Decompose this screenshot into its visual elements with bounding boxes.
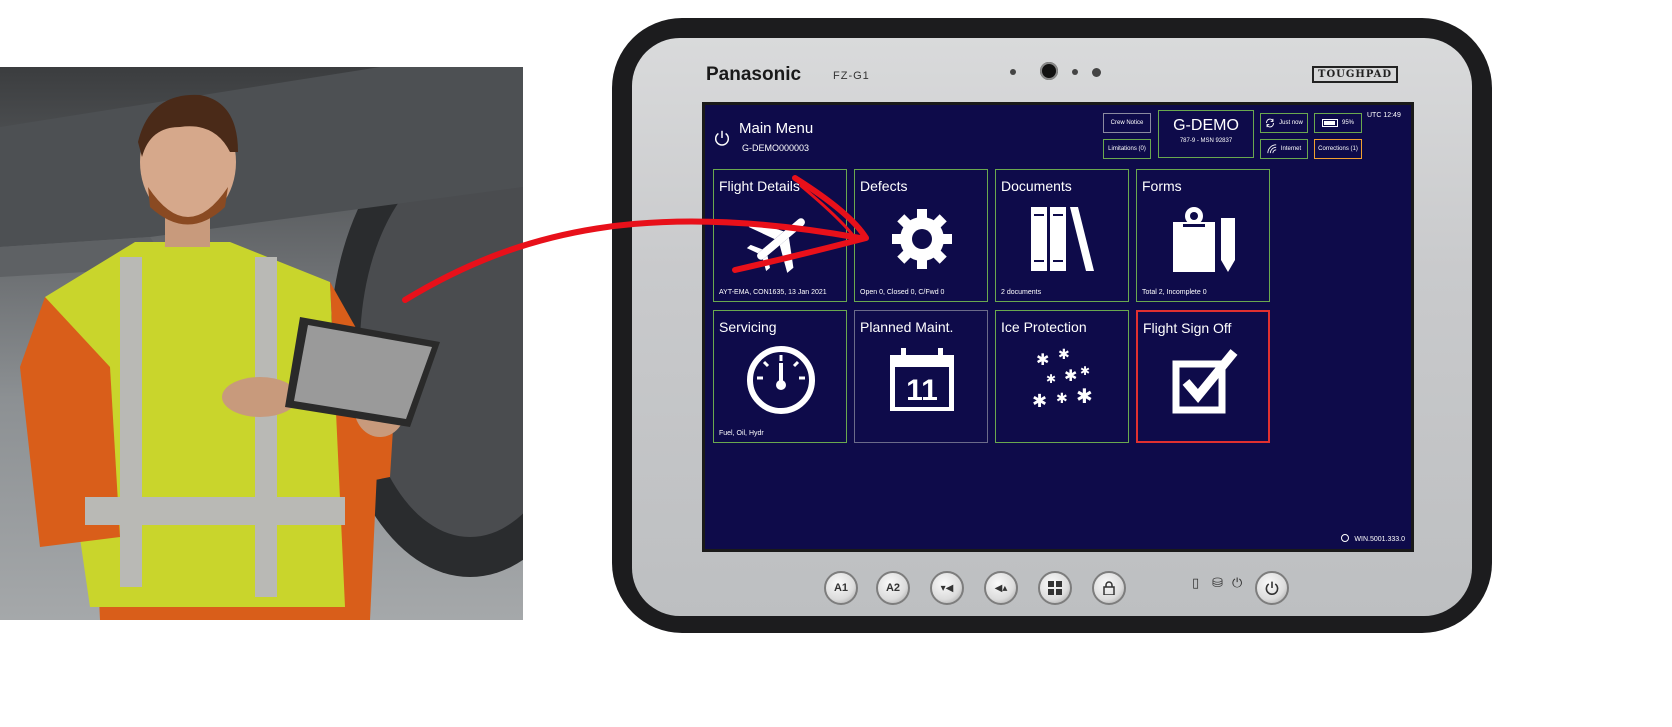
svg-text:✱: ✱ [1056, 391, 1068, 407]
books-icon [1031, 207, 1094, 271]
checkbox-icon [1172, 349, 1238, 414]
svg-text:✱: ✱ [1064, 366, 1077, 385]
power-icon[interactable] [713, 129, 731, 147]
sensor-dot [1010, 69, 1016, 75]
tile-title: Servicing [719, 319, 777, 335]
tile-flight-details[interactable]: Flight Details AYT-EMA, CON1635, 13 Jan … [713, 169, 847, 302]
version-label: WIN.5001.333.0 [1341, 534, 1405, 543]
sync-button[interactable]: Just now [1260, 113, 1308, 133]
corrections-button[interactable]: Corrections (1) [1314, 139, 1362, 159]
power-indicator-icon: ⏻ [1232, 575, 1243, 590]
toughpad-badge: TOUGHPAD [1312, 66, 1399, 83]
internet-label: Internet [1280, 146, 1302, 152]
power-icon [1265, 581, 1279, 595]
page-subtitle: G-DEMO000003 [742, 143, 810, 153]
a1-button[interactable]: A1 [824, 571, 858, 605]
gear-icon [892, 209, 952, 269]
battery-icon [1321, 119, 1338, 127]
tile-flight-sign-off[interactable]: Flight Sign Off [1136, 310, 1270, 443]
lock-icon [1103, 581, 1115, 595]
power-button[interactable] [1255, 571, 1289, 605]
windows-icon [1048, 581, 1062, 595]
clipboard-pencil-icon [1173, 207, 1235, 272]
tile-title: Flight Sign Off [1143, 320, 1232, 336]
tile-footer: AYT-EMA, CON1635, 13 Jan 2021 [719, 289, 827, 296]
svg-text:✱: ✱ [1036, 350, 1049, 369]
windows-button[interactable] [1038, 571, 1072, 605]
tile-title: Flight Details [719, 178, 800, 194]
battery-status: 95% [1314, 113, 1362, 133]
model-label: FZ-G1 [833, 70, 870, 82]
svg-text:✱: ✱ [1058, 347, 1070, 363]
sync-icon [1266, 118, 1274, 128]
storage-indicator-icon: ⛁ [1212, 575, 1223, 590]
tile-documents[interactable]: Documents 2 documents [995, 169, 1129, 302]
app-screen: Main Menu G-DEMO000003 Crew Notice Limit… [702, 102, 1414, 552]
tile-footer: Fuel, Oil, Hydr [719, 430, 764, 437]
clock-icon [1341, 534, 1350, 542]
version-text: WIN.5001.333.0 [1354, 536, 1405, 543]
tile-title: Forms [1142, 178, 1182, 194]
calendar-icon: 11 [890, 348, 954, 411]
sync-status-label: Just now [1279, 120, 1303, 126]
tile-footer: Open 0, Closed 0, C/Fwd 0 [860, 289, 945, 296]
sensor-dot [1072, 69, 1078, 75]
svg-text:✱: ✱ [1032, 391, 1047, 412]
tile-footer: 2 documents [1001, 289, 1042, 296]
snowflakes-icon: ✱ ✱ ✱ ✱ ✱ ✱ ✱ ✱ [1032, 347, 1093, 412]
gauge-icon [747, 346, 815, 414]
sensor-dot [1092, 68, 1101, 77]
tile-servicing[interactable]: Servicing Fuel, Oil, Hydr [713, 310, 847, 443]
calendar-day: 11 [906, 374, 938, 407]
volume-down-icon: ▾◀ [940, 582, 954, 594]
tablet-device: Panasonic FZ-G1 TOUGHPAD Main Menu G-DEM… [612, 18, 1492, 633]
utc-clock: UTC 12:49 [1367, 112, 1401, 119]
camera-icon [1040, 62, 1058, 80]
rotation-lock-button[interactable] [1092, 571, 1126, 605]
battery-label: 95% [1341, 120, 1354, 126]
tile-ice-protection[interactable]: Ice Protection ✱ ✱ ✱ ✱ ✱ ✱ ✱ ✱ [995, 310, 1129, 443]
svg-text:✱: ✱ [1076, 384, 1093, 408]
tile-title: Planned Maint. [860, 319, 954, 335]
a2-button[interactable]: A2 [876, 571, 910, 605]
tile-title: Defects [860, 178, 908, 194]
battery-indicator-icon: ▯ [1192, 575, 1200, 590]
brand-logo: Panasonic [706, 64, 802, 85]
volume-down-button[interactable]: ▾◀ [930, 571, 964, 605]
svg-text:✱: ✱ [1080, 364, 1090, 378]
tile-title: Ice Protection [1001, 319, 1087, 335]
aircraft-type-label: 787-9 - MSN 92837 [1179, 138, 1233, 144]
tile-defects[interactable]: Defects Open 0, Closed 0, C/Fwd 0 [854, 169, 988, 302]
tile-forms[interactable]: Forms Total 2, Incomplete 0 [1136, 169, 1270, 302]
engineer-photo [0, 67, 523, 620]
registration-label: G-DEMO [1173, 117, 1239, 134]
wifi-icon [1267, 144, 1277, 154]
page-title: Main Menu [739, 120, 814, 137]
volume-up-icon: ◀▴ [994, 582, 1008, 594]
tile-planned-maint[interactable]: Planned Maint. 11 [854, 310, 988, 443]
limitations-button[interactable]: Limitations (0) [1103, 139, 1151, 159]
airplane-icon [746, 218, 805, 273]
crew-notice-button[interactable]: Crew Notice [1103, 113, 1151, 133]
tile-footer: Total 2, Incomplete 0 [1142, 289, 1207, 296]
tile-title: Documents [1001, 178, 1072, 194]
aircraft-registration-box[interactable]: G-DEMO 787-9 - MSN 92837 [1158, 110, 1254, 158]
internet-status: Internet [1260, 139, 1308, 159]
volume-up-button[interactable]: ◀▴ [984, 571, 1018, 605]
svg-text:✱: ✱ [1046, 372, 1056, 386]
